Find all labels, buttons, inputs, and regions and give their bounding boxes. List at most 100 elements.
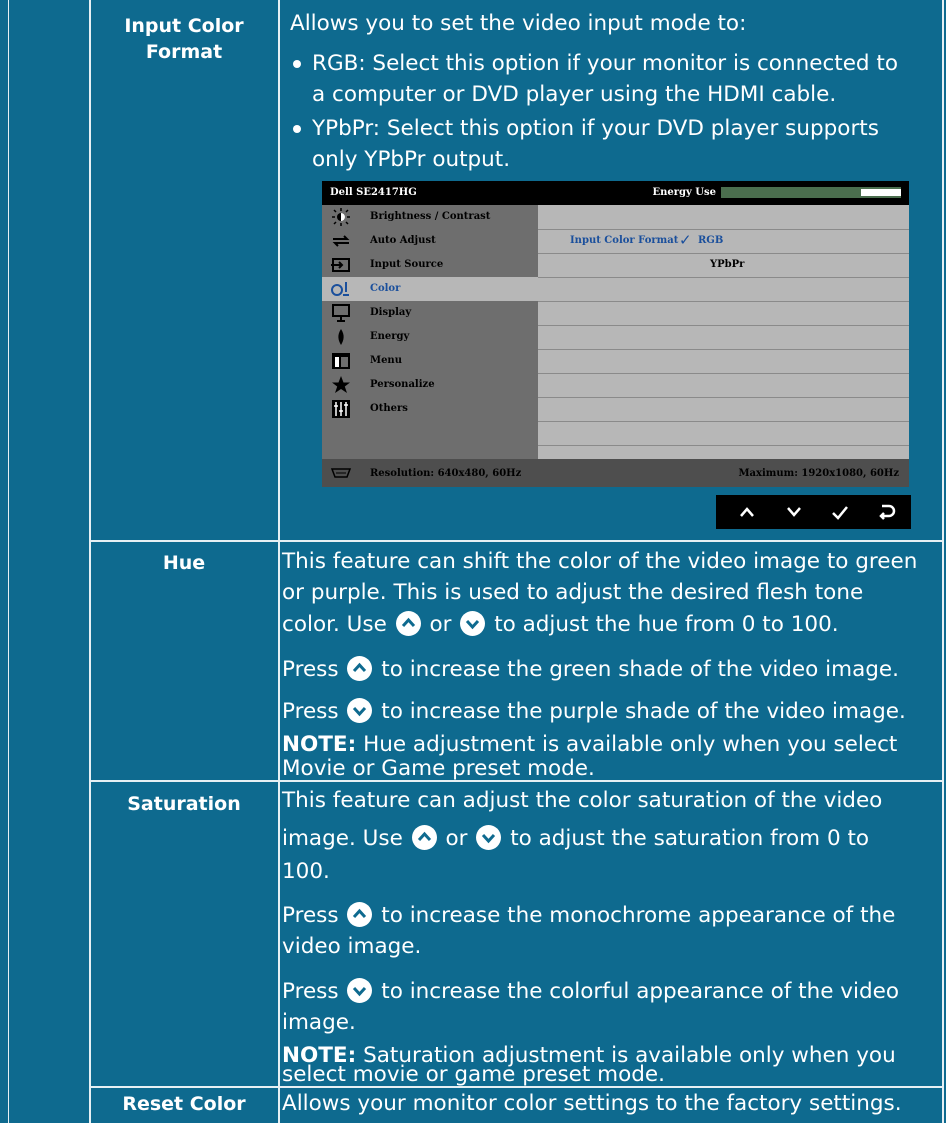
text-run: Press bbox=[282, 657, 339, 682]
energy-use-bar-fill bbox=[861, 189, 901, 196]
osd-item-label: Auto Adjust bbox=[370, 235, 436, 246]
text-run: to increase the monochrome appearance of… bbox=[381, 903, 896, 928]
osd-row-divider bbox=[538, 349, 909, 350]
osd-row-divider bbox=[538, 253, 909, 254]
hue-label: Hue bbox=[162, 552, 206, 574]
osd-row-divider bbox=[538, 397, 909, 398]
osd-item-label: Brightness / Contrast bbox=[370, 211, 491, 222]
osd-item-color[interactable]: Color bbox=[322, 277, 538, 301]
osd-resolution: Resolution: 640x480, 60Hz bbox=[370, 468, 522, 479]
osd-row-divider bbox=[538, 325, 909, 326]
saturation-description: This feature can adjust the color satura… bbox=[282, 788, 883, 813]
text-run: to adjust the saturation from 0 to bbox=[510, 826, 870, 851]
display-icon bbox=[332, 304, 350, 322]
up-button-icon bbox=[395, 611, 421, 636]
rgb-option-text: RGB: Select this option if your monitor … bbox=[312, 51, 898, 76]
up-icon[interactable] bbox=[730, 495, 764, 529]
brightness-icon bbox=[332, 208, 350, 226]
osd-item-personalize[interactable]: Personalize bbox=[322, 373, 538, 397]
rgb-option-text: a computer or DVD player using the HDMI … bbox=[312, 82, 837, 107]
osd-item-label: Others bbox=[370, 403, 408, 414]
table-outer-left-border bbox=[8, 0, 9, 1123]
osd-row-divider bbox=[538, 421, 909, 422]
osd-item-label: Menu bbox=[370, 355, 402, 366]
input-source-icon bbox=[331, 258, 350, 272]
osd-item-brightness-contrast[interactable]: Brightness / Contrast bbox=[322, 205, 538, 229]
osd-energy-label: Energy Use bbox=[652, 187, 716, 198]
label-line: Input Color bbox=[124, 15, 244, 37]
text-run: to increase the purple shade of the vide… bbox=[381, 699, 906, 724]
star-icon bbox=[332, 376, 350, 393]
osd-submenu: Input Color Format ✓ RGB YPbPr bbox=[538, 205, 909, 459]
check-icon: ✓ bbox=[679, 231, 692, 249]
menu-icon bbox=[332, 353, 350, 369]
text-run: to increase the colorful appearance of t… bbox=[381, 979, 900, 1004]
osd-item-auto-adjust[interactable]: Auto Adjust bbox=[322, 229, 538, 253]
saturation-monochrome-instruction: Press to increase the monochrome appeara… bbox=[282, 900, 895, 932]
osd-maximum-resolution: Maximum: 1920x1080, 60Hz bbox=[738, 468, 899, 479]
up-button-icon bbox=[347, 902, 373, 927]
saturation-description: 100. bbox=[282, 859, 330, 884]
input-color-format-intro: Allows you to set the video input mode t… bbox=[290, 11, 747, 36]
reset-color-label: Reset Color bbox=[122, 1093, 246, 1115]
text-run: color. Use bbox=[282, 612, 387, 637]
osd-item-display[interactable]: Display bbox=[322, 301, 538, 325]
text-run: or bbox=[429, 612, 452, 637]
text-run: image. Use bbox=[282, 826, 403, 851]
saturation-colorful-instruction: Press to increase the colorful appearanc… bbox=[282, 976, 899, 1008]
osd-row-divider bbox=[538, 445, 909, 446]
osd-header: Dell SE2417HG Energy Use bbox=[322, 181, 909, 205]
check-icon[interactable] bbox=[823, 495, 857, 529]
osd-item-label: Energy bbox=[370, 331, 410, 342]
saturation-monochrome-instruction: video image. bbox=[282, 934, 422, 959]
osd-row-divider bbox=[538, 373, 909, 374]
text-run: or bbox=[445, 826, 468, 851]
down-icon[interactable] bbox=[777, 495, 811, 529]
text-run: Press bbox=[282, 699, 339, 724]
up-button-icon bbox=[347, 656, 373, 681]
osd-main-menu: Brightness / Contrast Auto Adjust Input … bbox=[322, 205, 538, 459]
table-column-divider bbox=[278, 0, 280, 1123]
text-run: to increase the green shade of the video… bbox=[381, 657, 899, 682]
osd-menu-screenshot: Dell SE2417HG Energy Use Brightness / Co… bbox=[322, 181, 909, 487]
color-icon bbox=[331, 282, 349, 296]
ypbpr-option-text: only YPbPr output. bbox=[312, 147, 511, 172]
down-button-icon bbox=[347, 978, 373, 1003]
osd-option-ypbpr[interactable]: YPbPr bbox=[710, 259, 744, 270]
hue-description: color. Use or to adjust the hue from 0 t… bbox=[282, 609, 839, 641]
osd-input-color-format-label: Input Color Format bbox=[570, 235, 679, 246]
hue-purple-instruction: Press to increase the purple shade of th… bbox=[282, 696, 906, 728]
osd-item-energy[interactable]: Energy bbox=[322, 325, 538, 349]
osd-model-name: Dell SE2417HG bbox=[330, 187, 417, 198]
text-run: Press bbox=[282, 979, 339, 1004]
hue-green-instruction: Press to increase the green shade of the… bbox=[282, 654, 899, 686]
osd-row-divider bbox=[538, 229, 909, 230]
osd-item-input-source[interactable]: Input Source bbox=[322, 253, 538, 277]
text-run: to adjust the hue from 0 to 100. bbox=[494, 612, 839, 637]
osd-option-rgb[interactable]: RGB bbox=[698, 235, 723, 246]
bullet-dot bbox=[293, 125, 301, 133]
saturation-note: select movie or game preset mode. bbox=[282, 1062, 665, 1087]
back-icon[interactable] bbox=[869, 495, 903, 529]
osd-nav-buttons bbox=[716, 495, 911, 529]
up-button-icon bbox=[411, 825, 437, 850]
connector-icon bbox=[330, 468, 352, 478]
table-right-border bbox=[942, 0, 944, 1123]
down-button-icon bbox=[460, 611, 486, 636]
others-icon bbox=[332, 400, 350, 418]
label-line: Format bbox=[145, 41, 223, 63]
hue-description: or purple. This is used to adjust the de… bbox=[282, 580, 864, 605]
down-button-icon bbox=[347, 698, 373, 723]
osd-item-menu[interactable]: Menu bbox=[322, 349, 538, 373]
text-run: Press bbox=[282, 903, 339, 928]
saturation-description: image. Use or to adjust the saturation f… bbox=[282, 823, 869, 855]
reset-color-description: Allows your monitor color settings to th… bbox=[282, 1091, 902, 1116]
energy-use-bar bbox=[721, 187, 901, 198]
osd-item-others[interactable]: Others bbox=[322, 397, 538, 421]
osd-item-label: Personalize bbox=[370, 379, 435, 390]
osd-row-divider bbox=[538, 301, 909, 302]
row-divider-hue bbox=[89, 540, 944, 542]
bullet-dot bbox=[293, 60, 301, 68]
saturation-colorful-instruction: image. bbox=[282, 1010, 356, 1035]
osd-item-label: Input Source bbox=[370, 259, 444, 270]
